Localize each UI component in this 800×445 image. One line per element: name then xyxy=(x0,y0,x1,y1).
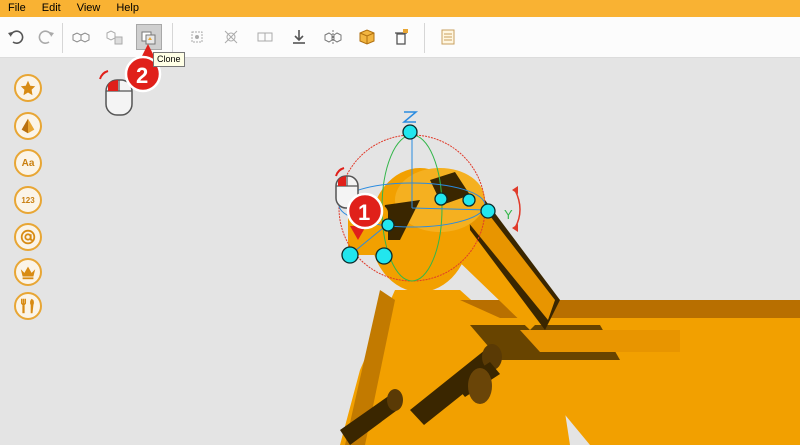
solid-cube-icon xyxy=(359,29,375,45)
star-icon xyxy=(20,80,36,96)
menu-bar: File Edit View Help xyxy=(0,0,800,17)
at-sign-icon xyxy=(20,229,36,245)
text-label: Aa xyxy=(21,157,35,169)
menu-file[interactable]: File xyxy=(0,0,34,17)
shapes-button[interactable] xyxy=(14,112,42,140)
premium-button[interactable] xyxy=(14,258,42,286)
clone-icon xyxy=(141,31,156,45)
mirror-icon xyxy=(324,30,342,44)
ungroup-button[interactable] xyxy=(102,24,128,50)
cubes-split-icon xyxy=(106,30,123,45)
download-button[interactable] xyxy=(286,24,312,50)
align-icon xyxy=(191,31,203,43)
step-1-label: 1 xyxy=(358,200,370,225)
pyramid-icon xyxy=(21,118,35,134)
align-button[interactable] xyxy=(184,24,210,50)
scene: Z Y 1 xyxy=(335,111,800,445)
undo-button[interactable] xyxy=(2,24,28,50)
numbers-label: 123 xyxy=(21,195,35,205)
redo-button[interactable] xyxy=(34,24,60,50)
toolbar xyxy=(0,17,800,58)
mirror-button[interactable] xyxy=(320,24,346,50)
redo-icon xyxy=(38,30,54,44)
wrench-icon xyxy=(20,298,34,314)
text-button[interactable]: Aa xyxy=(14,149,42,177)
3d-model[interactable] xyxy=(340,168,800,445)
snap-icon xyxy=(224,30,238,44)
cubes-icon xyxy=(72,32,90,43)
menu-help[interactable]: Help xyxy=(108,0,147,17)
clone-button[interactable] xyxy=(136,24,162,50)
clone-tooltip: Clone xyxy=(153,52,185,67)
tools-button[interactable] xyxy=(14,292,42,320)
merge-button[interactable] xyxy=(252,24,278,50)
delete-button[interactable] xyxy=(388,24,414,50)
download-icon xyxy=(293,30,305,44)
3d-viewport[interactable]: Z Y 1 Aa 123 xyxy=(0,58,800,445)
trash-icon xyxy=(395,29,408,45)
toolbar-separator xyxy=(62,23,63,53)
solid-button[interactable] xyxy=(354,24,380,50)
undo-icon xyxy=(8,30,24,44)
crown-icon xyxy=(20,266,36,280)
snap-button[interactable] xyxy=(218,24,244,50)
notes-icon xyxy=(441,29,455,45)
group-button[interactable] xyxy=(68,24,94,50)
favorites-button[interactable] xyxy=(14,74,42,102)
menu-edit[interactable]: Edit xyxy=(34,0,69,17)
toolbar-separator xyxy=(172,23,173,53)
gizmo-y-label: Y xyxy=(504,207,513,222)
merge-icon xyxy=(257,32,273,42)
toolbar-separator xyxy=(424,23,425,53)
numbers-button[interactable]: 123 xyxy=(14,186,42,214)
symbols-button[interactable] xyxy=(14,223,42,251)
menu-view[interactable]: View xyxy=(69,0,109,17)
notes-button[interactable] xyxy=(435,24,461,50)
